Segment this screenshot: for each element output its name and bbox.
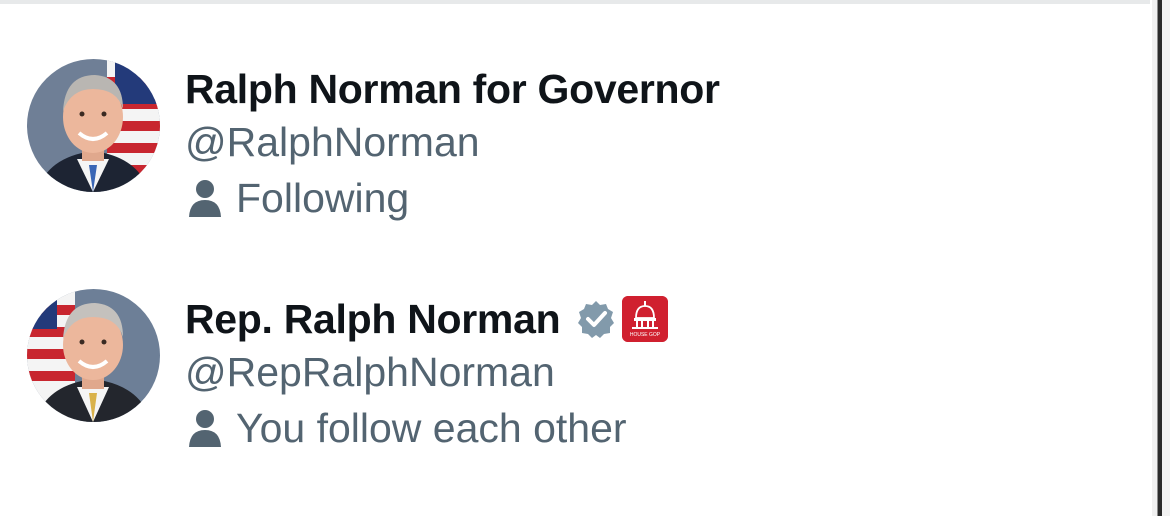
user-handle[interactable]: @RepRalphNorman [185,349,555,396]
avatar[interactable] [27,289,160,422]
display-name[interactable]: Rep. Ralph Norman [185,296,561,343]
avatar-photo [27,59,160,192]
user-cell[interactable]: Rep. Ralph Norman HOUSE GOP @RepRalphNor… [0,285,1140,451]
relationship-label: Following [236,174,410,221]
divider [0,0,1150,4]
name-line: Ralph Norman for Governor [185,63,720,115]
name-line: Rep. Ralph Norman HOUSE GOP [185,293,669,345]
gray-verified-badge-icon[interactable] [576,299,616,339]
user-cell[interactable]: Ralph Norman for Governor @RalphNorman F… [0,55,1140,221]
following-list: Ralph Norman for Governor @RalphNorman F… [0,0,1170,516]
badge-text: HOUSE GOP [630,332,661,338]
relationship-label: You follow each other [236,404,627,451]
display-name[interactable]: Ralph Norman for Governor [185,66,720,113]
avatar[interactable] [27,59,160,192]
relationship-status: Following [188,173,409,223]
user-handle[interactable]: @RalphNorman [185,119,480,166]
person-icon [189,410,221,447]
person-icon [189,180,221,217]
scrollbar[interactable] [1152,0,1170,516]
relationship-status: You follow each other [188,403,627,453]
avatar-photo [27,289,160,422]
house-gop-capitol-icon[interactable]: HOUSE GOP [622,296,669,342]
